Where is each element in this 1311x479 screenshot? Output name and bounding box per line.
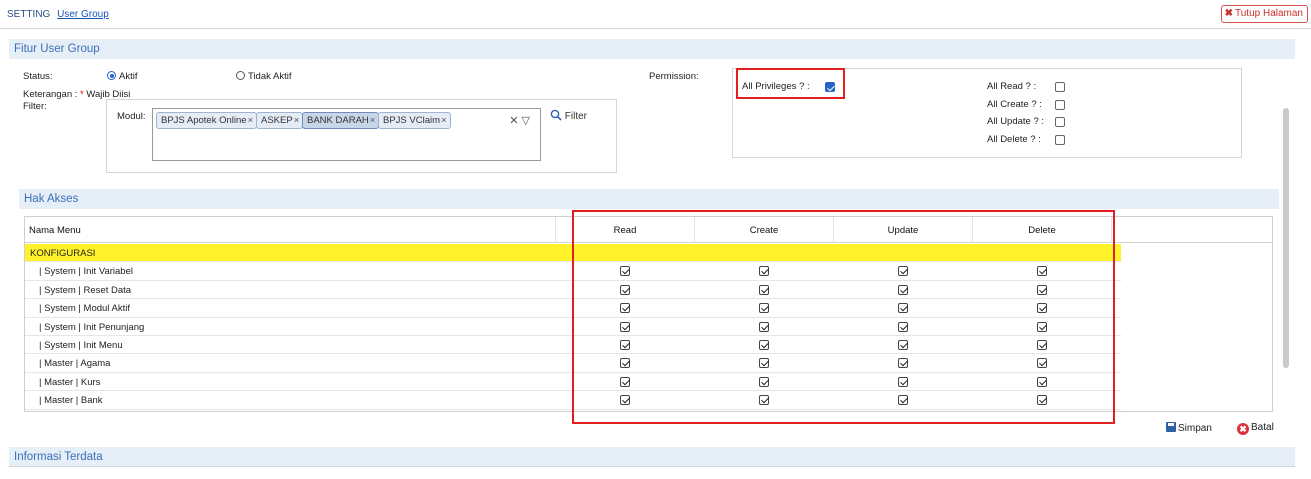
section-fitur-title: Fitur User Group bbox=[9, 39, 1295, 59]
modul-chip[interactable]: ASKEP× bbox=[256, 112, 304, 129]
all-read-checkbox[interactable] bbox=[1055, 82, 1065, 92]
modul-chip-selected[interactable]: BANK DARAH× bbox=[302, 112, 380, 129]
modul-multiselect[interactable]: BPJS Apotek Online× ASKEP× BANK DARAH× B… bbox=[152, 108, 541, 161]
highlight-all-privileges bbox=[736, 68, 845, 99]
all-update-label: All Update ? : bbox=[987, 116, 1045, 127]
menu-name: | Master | Agama bbox=[39, 358, 111, 370]
all-update-checkbox[interactable] bbox=[1055, 117, 1065, 127]
all-create-checkbox[interactable] bbox=[1055, 100, 1065, 110]
section-informasi-title: Informasi Terdata bbox=[9, 447, 1295, 467]
close-icon: ✖ bbox=[1224, 8, 1233, 19]
highlight-permission-columns bbox=[572, 210, 1115, 424]
filter-label: Filter: bbox=[23, 101, 47, 112]
chevron-down-icon[interactable]: ▽ bbox=[522, 115, 530, 127]
clear-icon[interactable]: ✕ bbox=[509, 115, 518, 127]
section-hak-akses-title: Hak Akses bbox=[19, 189, 1279, 209]
all-delete-checkbox[interactable] bbox=[1055, 135, 1065, 145]
col-nama-menu: Nama Menu bbox=[25, 217, 556, 243]
menu-name: | System | Init Penunjang bbox=[39, 321, 145, 333]
menu-name: | Master | Kurs bbox=[39, 376, 101, 388]
breadcrumb: SETTING User Group bbox=[7, 9, 109, 20]
modul-chip[interactable]: BPJS VClaim× bbox=[378, 112, 451, 129]
close-page-label: Tutup Halaman bbox=[1235, 8, 1303, 19]
cancel-icon: ✖ bbox=[1237, 423, 1249, 435]
chip-remove-icon[interactable]: × bbox=[441, 115, 447, 126]
radio-tidak-aktif-icon[interactable] bbox=[236, 71, 245, 80]
top-bar: SETTING User Group ✖ Tutup Halaman bbox=[0, 0, 1311, 29]
all-read-label: All Read ? : bbox=[987, 81, 1037, 92]
radio-aktif-icon[interactable] bbox=[107, 71, 116, 80]
all-create-label: All Create ? : bbox=[987, 99, 1042, 110]
close-page-button[interactable]: ✖ Tutup Halaman bbox=[1220, 5, 1308, 23]
group-name: KONFIGURASI bbox=[30, 248, 96, 259]
chip-remove-icon[interactable]: × bbox=[248, 115, 254, 126]
menu-name: | System | Init Menu bbox=[39, 340, 123, 351]
main-scrollbar[interactable] bbox=[1283, 108, 1289, 368]
breadcrumb-current[interactable]: User Group bbox=[57, 9, 109, 20]
save-button[interactable]: Simpan bbox=[1166, 422, 1212, 434]
modul-label: Modul: bbox=[117, 111, 146, 122]
filter-button[interactable]: Filter bbox=[550, 109, 587, 122]
menu-name: | System | Reset Data bbox=[39, 284, 132, 296]
filter-box: Modul: BPJS Apotek Online× ASKEP× BANK D… bbox=[106, 99, 617, 173]
chip-remove-icon[interactable]: × bbox=[370, 115, 376, 126]
search-icon bbox=[550, 109, 562, 121]
cancel-button[interactable]: ✖ Batal bbox=[1237, 422, 1274, 435]
status-option-aktif[interactable]: Aktif bbox=[107, 71, 137, 82]
menu-name: | System | Init Variabel bbox=[39, 266, 133, 278]
breadcrumb-root: SETTING bbox=[7, 9, 51, 20]
modul-chip[interactable]: BPJS Apotek Online× bbox=[156, 112, 258, 129]
save-icon bbox=[1166, 422, 1176, 432]
select-controls: ✕ ▽ bbox=[509, 114, 530, 127]
chip-remove-icon[interactable]: × bbox=[294, 115, 300, 126]
menu-name: | Master | Bank bbox=[39, 395, 103, 407]
menu-name: | System | Modul Aktif bbox=[39, 303, 130, 315]
status-option-tidak-aktif[interactable]: Tidak Aktif bbox=[236, 71, 291, 82]
permission-label: Permission: bbox=[649, 71, 699, 82]
all-delete-label: All Delete ? : bbox=[987, 134, 1041, 145]
status-label: Status: bbox=[23, 71, 53, 82]
